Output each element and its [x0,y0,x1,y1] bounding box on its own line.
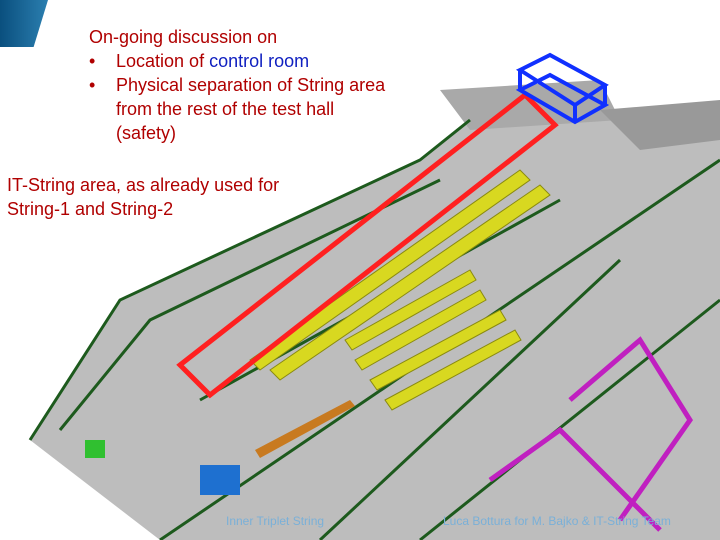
control-room-highlight: control room [209,51,310,71]
discussion-intro: On-going discussion on [89,27,278,47]
discussion-list: On-going discussion on • Location of con… [89,25,385,145]
equipment-blue [200,465,240,495]
bullet-icon: • [89,51,96,71]
it-string-annotation: IT-String area, as already used for Stri… [7,175,280,219]
bullet-icon: • [89,75,96,95]
bullet-control-room: • Location of control room [89,51,310,71]
footer-title: Inner Triplet String [226,514,325,528]
footer-author: Luca Bottura for M. Bajko & IT-String Te… [443,514,671,528]
equipment-green [85,440,105,458]
bullet-separation: • Physical separation of String area fro… [89,75,386,143]
